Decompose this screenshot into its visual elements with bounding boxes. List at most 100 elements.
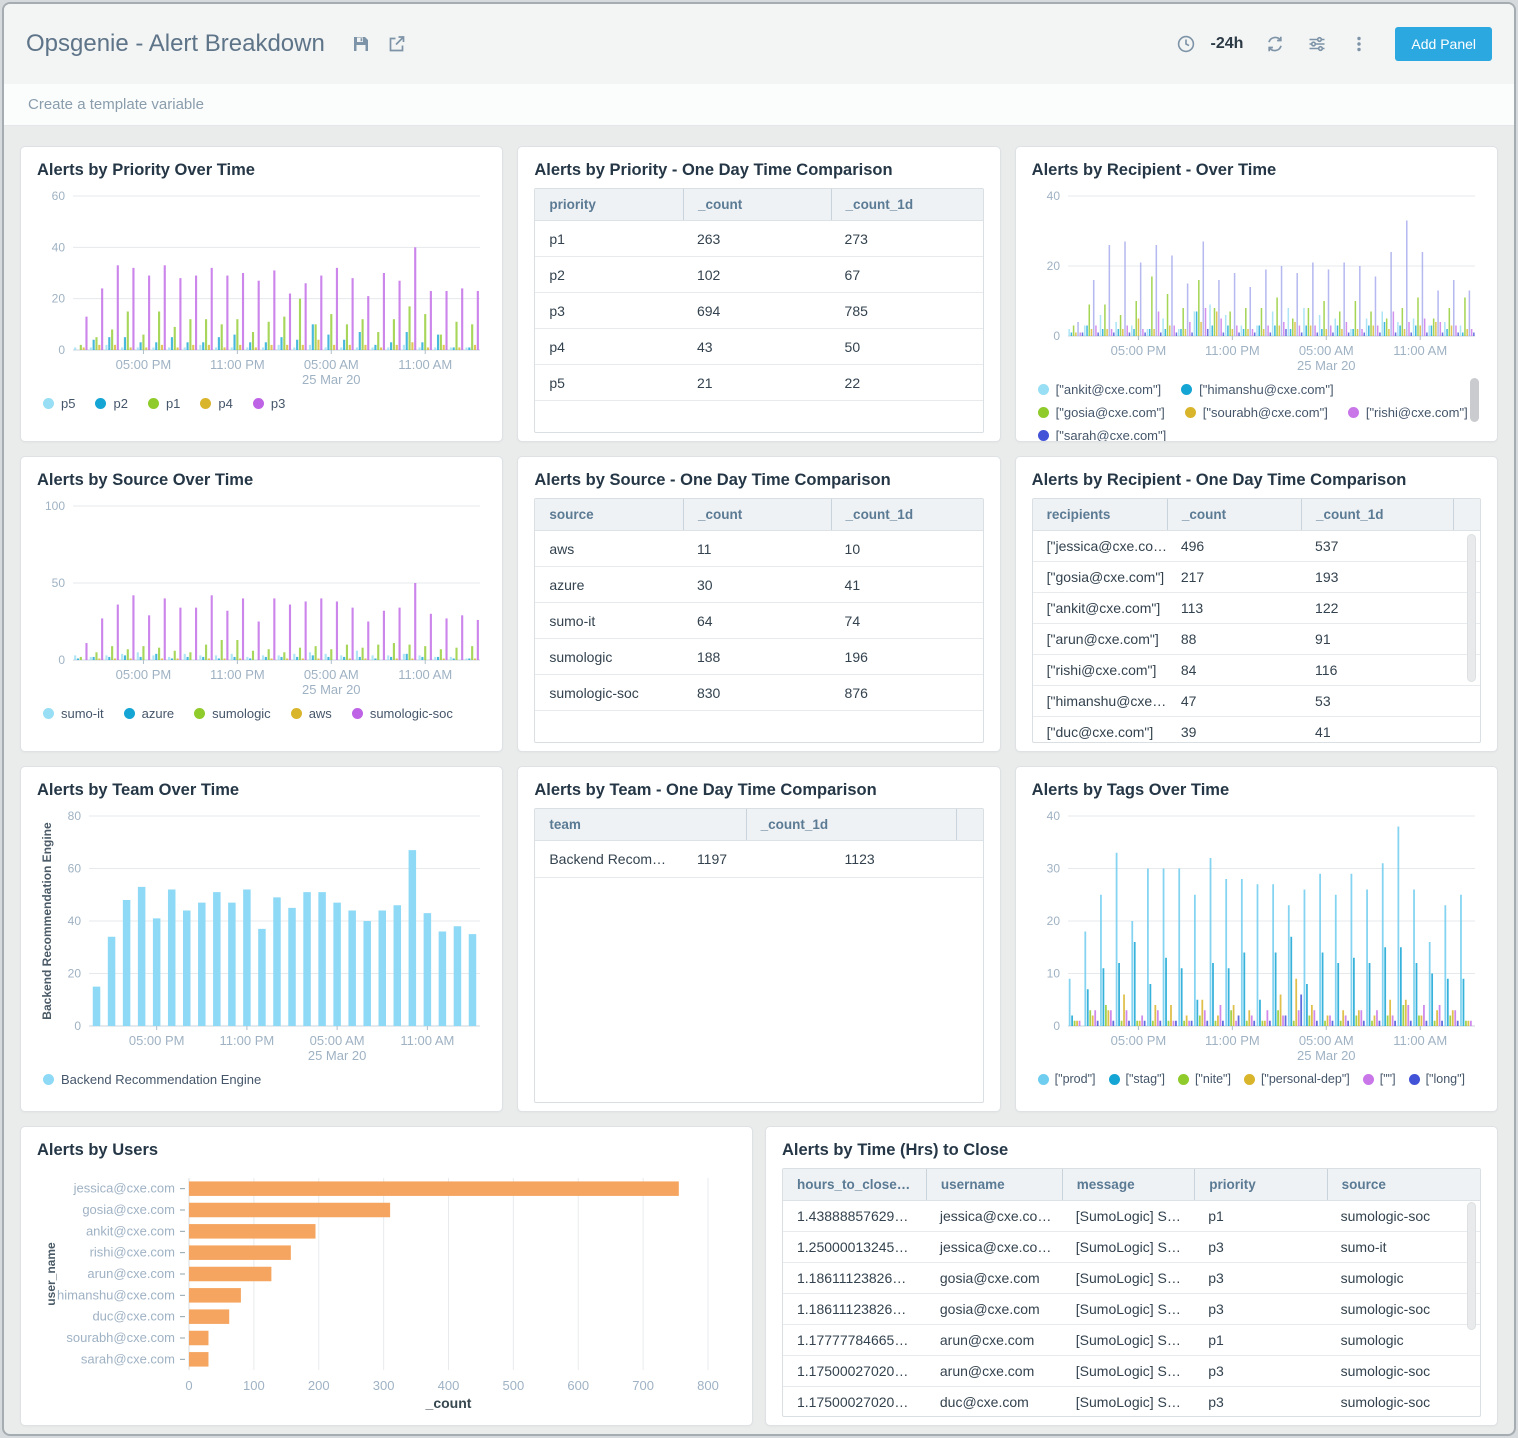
legend-item[interactable]: ["prod"] — [1038, 1072, 1096, 1086]
y-tick-label: 40 — [68, 914, 82, 928]
legend-item[interactable]: aws — [291, 706, 332, 721]
table-row[interactable]: 1.43888857629…jessica@cxe.co…[SumoLogic]… — [783, 1201, 1480, 1232]
table-row[interactable]: sumologic-soc830876 — [535, 675, 982, 711]
clock-icon[interactable] — [1176, 34, 1196, 54]
legend-item[interactable]: ["stag"] — [1109, 1072, 1165, 1086]
table-row[interactable]: p52122 — [535, 365, 982, 401]
legend-item[interactable]: p4 — [200, 396, 232, 411]
column-header-blank[interactable] — [1453, 499, 1480, 530]
scrollbar-thumb[interactable] — [1467, 534, 1476, 682]
filters-icon[interactable] — [1307, 34, 1327, 54]
scrollbar-thumb[interactable] — [1470, 378, 1479, 422]
legend-item[interactable]: sumologic — [194, 706, 271, 721]
table-cell: azure — [535, 567, 683, 602]
legend-item[interactable]: ["personal-dep"] — [1244, 1072, 1350, 1086]
legend-label: Backend Recommendation Engine — [61, 1072, 261, 1087]
column-header-blank[interactable] — [956, 809, 983, 840]
column-header-message[interactable]: message — [1062, 1169, 1194, 1200]
data-table: hours_to_close…usernamemessagepriorityso… — [782, 1168, 1481, 1417]
bar-rishi@cxe.com[interactable] — [189, 1245, 291, 1260]
legend-item[interactable]: sumologic-soc — [352, 706, 453, 721]
table-row[interactable]: ["jessica@cxe.co…496537 — [1033, 531, 1480, 562]
bar-duc@cxe.com[interactable] — [189, 1309, 229, 1324]
chart-canvas: 0100200300400500600700800jessica@cxe.com… — [37, 1168, 736, 1416]
table-row[interactable]: p210267 — [535, 257, 982, 293]
column-header-priority[interactable]: priority — [1194, 1169, 1326, 1200]
table-row[interactable]: ["ankit@cxe.com"]113122 — [1033, 593, 1480, 624]
table-row[interactable]: ["rishi@cxe.com"]84116 — [1033, 655, 1480, 686]
legend-item[interactable]: ["long"] — [1409, 1072, 1465, 1086]
series-["prod"][interactable] — [1068, 827, 1461, 1027]
legend-item[interactable]: ["himanshu@cxe.com"] — [1181, 382, 1333, 397]
x-tick-label: 500 — [503, 1378, 525, 1393]
table-row[interactable]: aws1110 — [535, 531, 982, 567]
scrollbar-thumb[interactable] — [1467, 1202, 1476, 1330]
column-header-_count[interactable]: _count — [683, 189, 831, 220]
legend-item[interactable]: ["rishi@cxe.com"] — [1348, 405, 1468, 420]
column-header-priority[interactable]: priority — [535, 189, 683, 220]
column-header-team[interactable]: team — [535, 809, 745, 840]
table-row[interactable]: sumo-it6474 — [535, 603, 982, 639]
column-header-username[interactable]: username — [926, 1169, 1062, 1200]
table-row[interactable]: Backend Recom…11971123 — [535, 841, 982, 878]
table-row[interactable]: ["duc@cxe.com"]3941 — [1033, 717, 1480, 743]
time-range-label[interactable]: -24h — [1210, 35, 1243, 53]
table-cell: 50 — [831, 329, 983, 364]
table-row[interactable]: sumologic188196 — [535, 639, 982, 675]
bar-arun@cxe.com[interactable] — [189, 1267, 271, 1282]
table-row[interactable]: ["himanshu@cxe…4753 — [1033, 686, 1480, 717]
table-row[interactable]: p1263273 — [535, 221, 982, 257]
legend-item[interactable]: p1 — [148, 396, 180, 411]
table-row[interactable]: ["gosia@cxe.com"]217193 — [1033, 562, 1480, 593]
bar-sourabh@cxe.com[interactable] — [189, 1331, 208, 1346]
table-row[interactable]: p44350 — [535, 329, 982, 365]
template-variable-bar[interactable]: Create a template variable — [4, 84, 1514, 126]
table-row[interactable]: ["arun@cxe.com"]8891 — [1033, 624, 1480, 655]
column-header-_count_1d[interactable]: _count_1d — [831, 189, 983, 220]
column-header-_count[interactable]: _count — [1167, 499, 1301, 530]
column-header-_count[interactable]: _count — [683, 499, 831, 530]
column-header-_count_1d[interactable]: _count_1d — [746, 809, 956, 840]
data-table: team_count_1dBackend Recom…11971123 — [534, 808, 983, 1103]
legend-item[interactable]: p2 — [95, 396, 127, 411]
bar-jessica@cxe.com[interactable] — [189, 1181, 679, 1196]
legend-item[interactable]: ["sarah@cxe.com"] — [1038, 428, 1167, 442]
bar-sarah@cxe.com[interactable] — [189, 1352, 208, 1367]
column-header-_count_1d[interactable]: _count_1d — [1301, 499, 1453, 530]
legend-item[interactable]: Backend Recommendation Engine — [43, 1072, 261, 1087]
legend-item[interactable]: ["sourabh@cxe.com"] — [1185, 405, 1328, 420]
table-row[interactable]: 1.17500027020…duc@cxe.com[SumoLogic] S…p… — [783, 1387, 1480, 1417]
column-header-source[interactable]: source — [1327, 1169, 1480, 1200]
legend-item[interactable]: p5 — [43, 396, 75, 411]
column-header-hours_to_close…[interactable]: hours_to_close… — [783, 1169, 926, 1200]
table-row[interactable]: 1.18611123826…gosia@cxe.com[SumoLogic] S… — [783, 1263, 1480, 1294]
column-header-recipients[interactable]: recipients — [1033, 499, 1167, 530]
column-header-source[interactable]: source — [535, 499, 683, 530]
save-icon[interactable] — [351, 34, 371, 54]
table-row[interactable]: 1.17500027020…arun@cxe.com[SumoLogic] S…… — [783, 1356, 1480, 1387]
series-Backend Recommendation Engine[interactable] — [93, 850, 476, 1026]
legend-item[interactable]: p3 — [253, 396, 285, 411]
table-row[interactable]: 1.17777784665…arun@cxe.com[SumoLogic] S…… — [783, 1325, 1480, 1356]
table-row[interactable]: 1.18611123826…gosia@cxe.com[SumoLogic] S… — [783, 1294, 1480, 1325]
kebab-menu-icon[interactable] — [1349, 34, 1369, 54]
legend-item[interactable]: ["gosia@cxe.com"] — [1038, 405, 1165, 420]
legend-item[interactable]: azure — [124, 706, 175, 721]
legend-item[interactable]: sumo-it — [43, 706, 104, 721]
panel-alerts-by-priority-over-time: Alerts by Priority Over Time020406005:00… — [20, 146, 503, 442]
add-panel-button[interactable]: Add Panel — [1395, 27, 1492, 61]
x-tick-label: 300 — [373, 1378, 395, 1393]
bar-himanshu@cxe.com[interactable] — [189, 1288, 241, 1303]
export-icon[interactable] — [387, 34, 407, 54]
column-header-_count_1d[interactable]: _count_1d — [831, 499, 983, 530]
refresh-icon[interactable] — [1265, 34, 1285, 54]
x-tick-label: 100 — [243, 1378, 265, 1393]
legend-item[interactable]: ["ankit@cxe.com"] — [1038, 382, 1162, 397]
legend-item[interactable]: [""] — [1363, 1072, 1396, 1086]
table-row[interactable]: azure3041 — [535, 567, 982, 603]
table-row[interactable]: p3694785 — [535, 293, 982, 329]
table-row[interactable]: 1.25000013245…jessica@cxe.co…[SumoLogic]… — [783, 1232, 1480, 1263]
bar-gosia@cxe.com[interactable] — [189, 1203, 390, 1218]
legend-item[interactable]: ["nite"] — [1178, 1072, 1231, 1086]
bar-ankit@cxe.com[interactable] — [189, 1224, 316, 1239]
